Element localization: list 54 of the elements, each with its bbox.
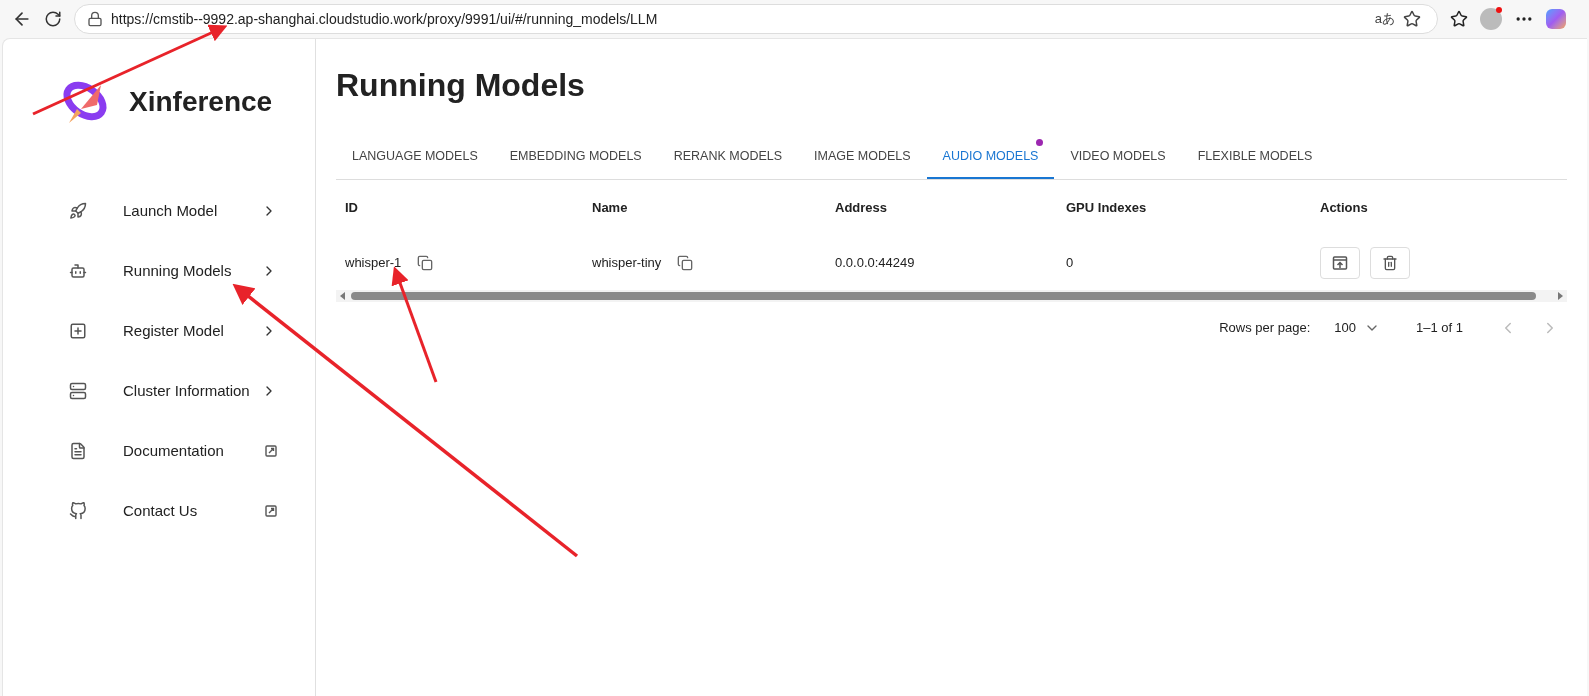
nav-item[interactable]: Launch Model <box>3 181 315 241</box>
model-tab[interactable]: EMBEDDING MODELS <box>493 135 658 179</box>
external-link-icon <box>265 445 277 457</box>
scroll-left-icon[interactable] <box>340 292 345 300</box>
column-header: Address <box>835 198 888 217</box>
table-cell-text: whisper-tiny <box>592 253 662 272</box>
page-range: 1–1 of 1 <box>1416 319 1463 338</box>
url-text: https://cmstib--9992.ap-shanghai.cloudstudio.work/proxy/9991/ui/#/running_models/LLM <box>111 9 659 29</box>
scroll-right-icon[interactable] <box>1558 292 1563 300</box>
copy-icon[interactable] <box>677 254 694 271</box>
column-header: ID <box>345 198 358 217</box>
robot-icon <box>69 262 87 280</box>
model-tab[interactable]: VIDEO MODELS <box>1054 135 1182 179</box>
rows-per-page-label: Rows per page: <box>1219 319 1311 338</box>
profile-avatar[interactable] <box>1480 8 1502 30</box>
translate-icon[interactable]: aあ <box>1374 9 1395 29</box>
rows-per-page-select[interactable]: 100 <box>1334 318 1380 338</box>
brand-name: Xinference <box>129 85 273 119</box>
delete-button[interactable] <box>1370 246 1410 279</box>
model-tab[interactable]: RERANK MODELS <box>657 135 799 179</box>
trash-icon <box>1382 254 1398 271</box>
rocket-icon <box>69 202 87 220</box>
column-header: Actions <box>1320 198 1368 217</box>
reload-icon[interactable] <box>44 10 62 28</box>
nav-item[interactable]: Cluster Information <box>3 361 315 421</box>
favorite-star-icon[interactable] <box>1403 10 1421 28</box>
page-title: Running Models <box>336 66 585 105</box>
document-icon <box>69 442 87 460</box>
favorites-icon[interactable] <box>1450 10 1468 28</box>
copilot-icon[interactable] <box>1546 9 1566 29</box>
table-cell-text: 0.0.0.0:44249 <box>835 253 915 272</box>
horizontal-scrollbar[interactable] <box>336 290 1567 302</box>
scrollbar-thumb[interactable] <box>351 292 1536 300</box>
column-header: GPU Indexes <box>1066 198 1147 217</box>
table-cell-text: whisper-1 <box>345 253 402 272</box>
open-in-window-icon <box>1332 254 1348 271</box>
address-bar[interactable]: https://cmstib--9992.ap-shanghai.cloudstudio.work/proxy/9991/ui/#/running_models/LLM aあ <box>74 4 1438 34</box>
nav-item[interactable]: Running Models <box>3 241 315 301</box>
table-cell-text: 0 <box>1066 253 1074 272</box>
external-link-icon <box>265 505 277 517</box>
nav-item[interactable]: Register Model <box>3 301 315 361</box>
nav-item[interactable]: Documentation <box>3 421 315 481</box>
lock-icon <box>87 11 103 27</box>
copy-icon[interactable] <box>417 254 434 271</box>
model-tab[interactable]: LANGUAGE MODELS <box>336 135 494 179</box>
add-icon <box>69 322 87 340</box>
github-icon <box>69 502 87 520</box>
open-button[interactable] <box>1320 246 1360 279</box>
model-tab[interactable]: AUDIO MODELS <box>926 135 1055 179</box>
server-icon <box>69 382 87 400</box>
column-header: Name <box>592 198 628 217</box>
model-tab[interactable]: FLEXIBLE MODELS <box>1181 135 1329 179</box>
nav-item[interactable]: Contact Us <box>3 481 315 541</box>
model-tab[interactable]: IMAGE MODELS <box>798 135 927 179</box>
